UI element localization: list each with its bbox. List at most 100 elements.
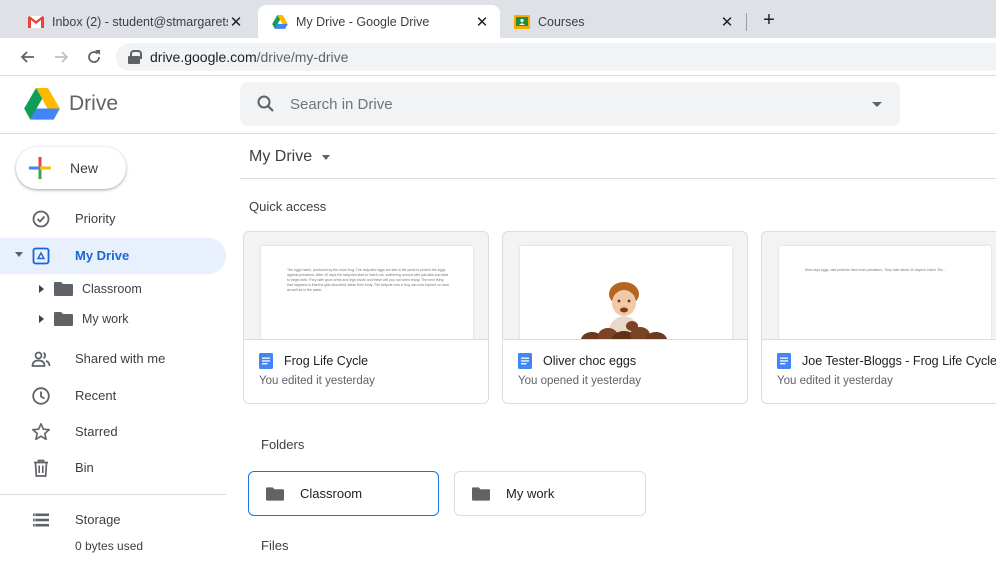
- file-activity: You edited it yesterday: [259, 375, 375, 387]
- tab-title: Courses: [538, 14, 585, 29]
- file-thumbnail: [503, 232, 747, 340]
- google-doc-icon: [259, 353, 273, 369]
- bin-icon: [34, 459, 48, 477]
- browser-toolbar: drive.google.com/drive/my-drive: [0, 38, 996, 76]
- expand-caret-icon[interactable]: [15, 252, 23, 257]
- drive-logo-icon: [24, 88, 60, 120]
- file-name: Joe Tester-Bloggs - Frog Life Cycle: [802, 354, 996, 368]
- back-button[interactable]: [17, 46, 39, 68]
- quick-access-card-frog-life-cycle[interactable]: The eggs hatch, produced by the mum frog…: [243, 231, 489, 404]
- priority-icon: [32, 210, 50, 228]
- folder-card-classroom[interactable]: Classroom: [248, 471, 439, 516]
- search-input[interactable]: [290, 95, 856, 113]
- sidebar: New Priority My Drive Classroom My work: [0, 135, 240, 572]
- sidebar-item-recent[interactable]: Recent: [0, 378, 226, 414]
- tab-close-icon[interactable]: ✕: [719, 13, 735, 31]
- file-name: Oliver choc eggs: [543, 354, 637, 368]
- sidebar-item-priority[interactable]: Priority: [0, 201, 226, 237]
- sidebar-item-my-drive[interactable]: My Drive: [0, 238, 226, 274]
- sidebar-item-label: Recent: [75, 388, 117, 403]
- document-text-preview: The eggs hatch, produced by the mum frog…: [287, 268, 449, 292]
- search-icon[interactable]: [256, 94, 276, 114]
- forward-button[interactable]: [50, 46, 72, 68]
- tree-item-classroom[interactable]: Classroom: [0, 274, 226, 304]
- search-bar[interactable]: [240, 82, 900, 126]
- tab-title: My Drive - Google Drive: [296, 14, 430, 29]
- document-page-preview: Mum lays eggs, dad protects them from pr…: [779, 246, 991, 339]
- tab-title: Inbox (2) - student@stmargarets: [52, 14, 228, 29]
- storage-used-text: 0 bytes used: [75, 539, 144, 553]
- sidebar-item-storage[interactable]: Storage: [0, 502, 226, 538]
- file-thumbnail: The eggs hatch, produced by the mum frog…: [244, 232, 488, 340]
- chevron-down-icon: [322, 154, 331, 160]
- tab-gmail-inbox[interactable]: Inbox (2) - student@stmargarets ✕: [14, 5, 254, 38]
- tree-item-label: Classroom: [82, 282, 142, 296]
- file-thumbnail: Mum lays eggs, dad protects them from pr…: [762, 232, 996, 340]
- folder-icon: [54, 312, 73, 326]
- document-page-preview: [520, 246, 732, 339]
- gmail-icon: [28, 15, 44, 28]
- tab-courses[interactable]: Courses ✕: [500, 5, 745, 38]
- brand-name: Drive: [69, 92, 119, 115]
- my-drive-dropdown[interactable]: My Drive: [249, 148, 331, 166]
- sidebar-item-label: Starred: [75, 424, 118, 439]
- tab-close-icon[interactable]: ✕: [474, 13, 490, 31]
- folder-icon: [472, 486, 490, 501]
- files-heading: Files: [261, 538, 289, 553]
- document-text-preview: Mum lays eggs, dad protects them from pr…: [805, 268, 946, 272]
- main-divider: [240, 178, 996, 179]
- url-host: drive.google.com: [150, 49, 257, 65]
- document-page-preview: The eggs hatch, produced by the mum frog…: [261, 246, 473, 339]
- address-bar[interactable]: drive.google.com/drive/my-drive: [116, 43, 996, 71]
- sidebar-item-label: My Drive: [75, 248, 130, 263]
- reload-button[interactable]: [83, 46, 105, 68]
- star-icon: [31, 423, 50, 441]
- page-title: My Drive: [249, 148, 313, 165]
- arrow-left-icon: [20, 51, 34, 63]
- main-content: My Drive Quick access The eggs hatch, pr…: [240, 135, 996, 572]
- expand-caret-icon[interactable]: [39, 285, 44, 293]
- sidebar-divider: [0, 494, 226, 495]
- sidebar-item-label: Priority: [75, 211, 116, 226]
- sidebar-item-label: Storage: [75, 512, 121, 527]
- expand-caret-icon[interactable]: [39, 315, 44, 323]
- storage-icon: [33, 513, 49, 527]
- drive-header: Drive: [0, 76, 996, 134]
- folder-icon: [54, 282, 73, 296]
- file-activity: You opened it yesterday: [518, 375, 641, 387]
- folder-card-my-work[interactable]: My work: [454, 471, 646, 516]
- tab-separator: [746, 13, 747, 31]
- file-name: Frog Life Cycle: [284, 354, 369, 368]
- tab-google-drive[interactable]: My Drive - Google Drive ✕: [258, 5, 500, 38]
- new-tab-button[interactable]: +: [758, 9, 780, 32]
- file-activity: You edited it yesterday: [777, 375, 893, 387]
- folder-name: My work: [506, 486, 555, 501]
- sidebar-item-bin[interactable]: Bin: [0, 450, 226, 486]
- folder-name: Classroom: [300, 486, 363, 501]
- url-path: /drive/my-drive: [256, 49, 349, 65]
- drive-brand[interactable]: Drive: [24, 88, 118, 120]
- lock-icon: [128, 50, 142, 64]
- new-button-label: New: [70, 160, 99, 176]
- classroom-icon: [514, 14, 530, 29]
- tab-close-icon[interactable]: ✕: [228, 13, 244, 31]
- quick-access-card-joe-frog-life-cycle[interactable]: Mum lays eggs, dad protects them from pr…: [761, 231, 996, 404]
- google-doc-icon: [777, 353, 791, 369]
- sidebar-item-label: Bin: [75, 460, 94, 475]
- sidebar-item-label: Shared with me: [75, 351, 166, 366]
- arrow-right-icon: [55, 51, 69, 63]
- folders-heading: Folders: [261, 437, 305, 452]
- sidebar-item-shared-with-me[interactable]: Shared with me: [0, 341, 226, 377]
- new-button[interactable]: New: [16, 147, 126, 189]
- quick-access-card-oliver-choc-eggs[interactable]: Oliver choc eggs You opened it yesterday: [502, 231, 748, 404]
- tree-item-my-work[interactable]: My work: [0, 304, 226, 334]
- tree-item-label: My work: [82, 312, 129, 326]
- drive-logo-icon: [272, 14, 288, 29]
- search-options-dropdown[interactable]: [856, 82, 900, 126]
- my-drive-icon: [32, 247, 50, 265]
- reload-icon: [88, 50, 100, 63]
- shared-icon: [31, 351, 51, 367]
- clock-icon: [32, 387, 50, 405]
- plus-icon: [29, 157, 51, 179]
- sidebar-item-starred[interactable]: Starred: [0, 414, 226, 450]
